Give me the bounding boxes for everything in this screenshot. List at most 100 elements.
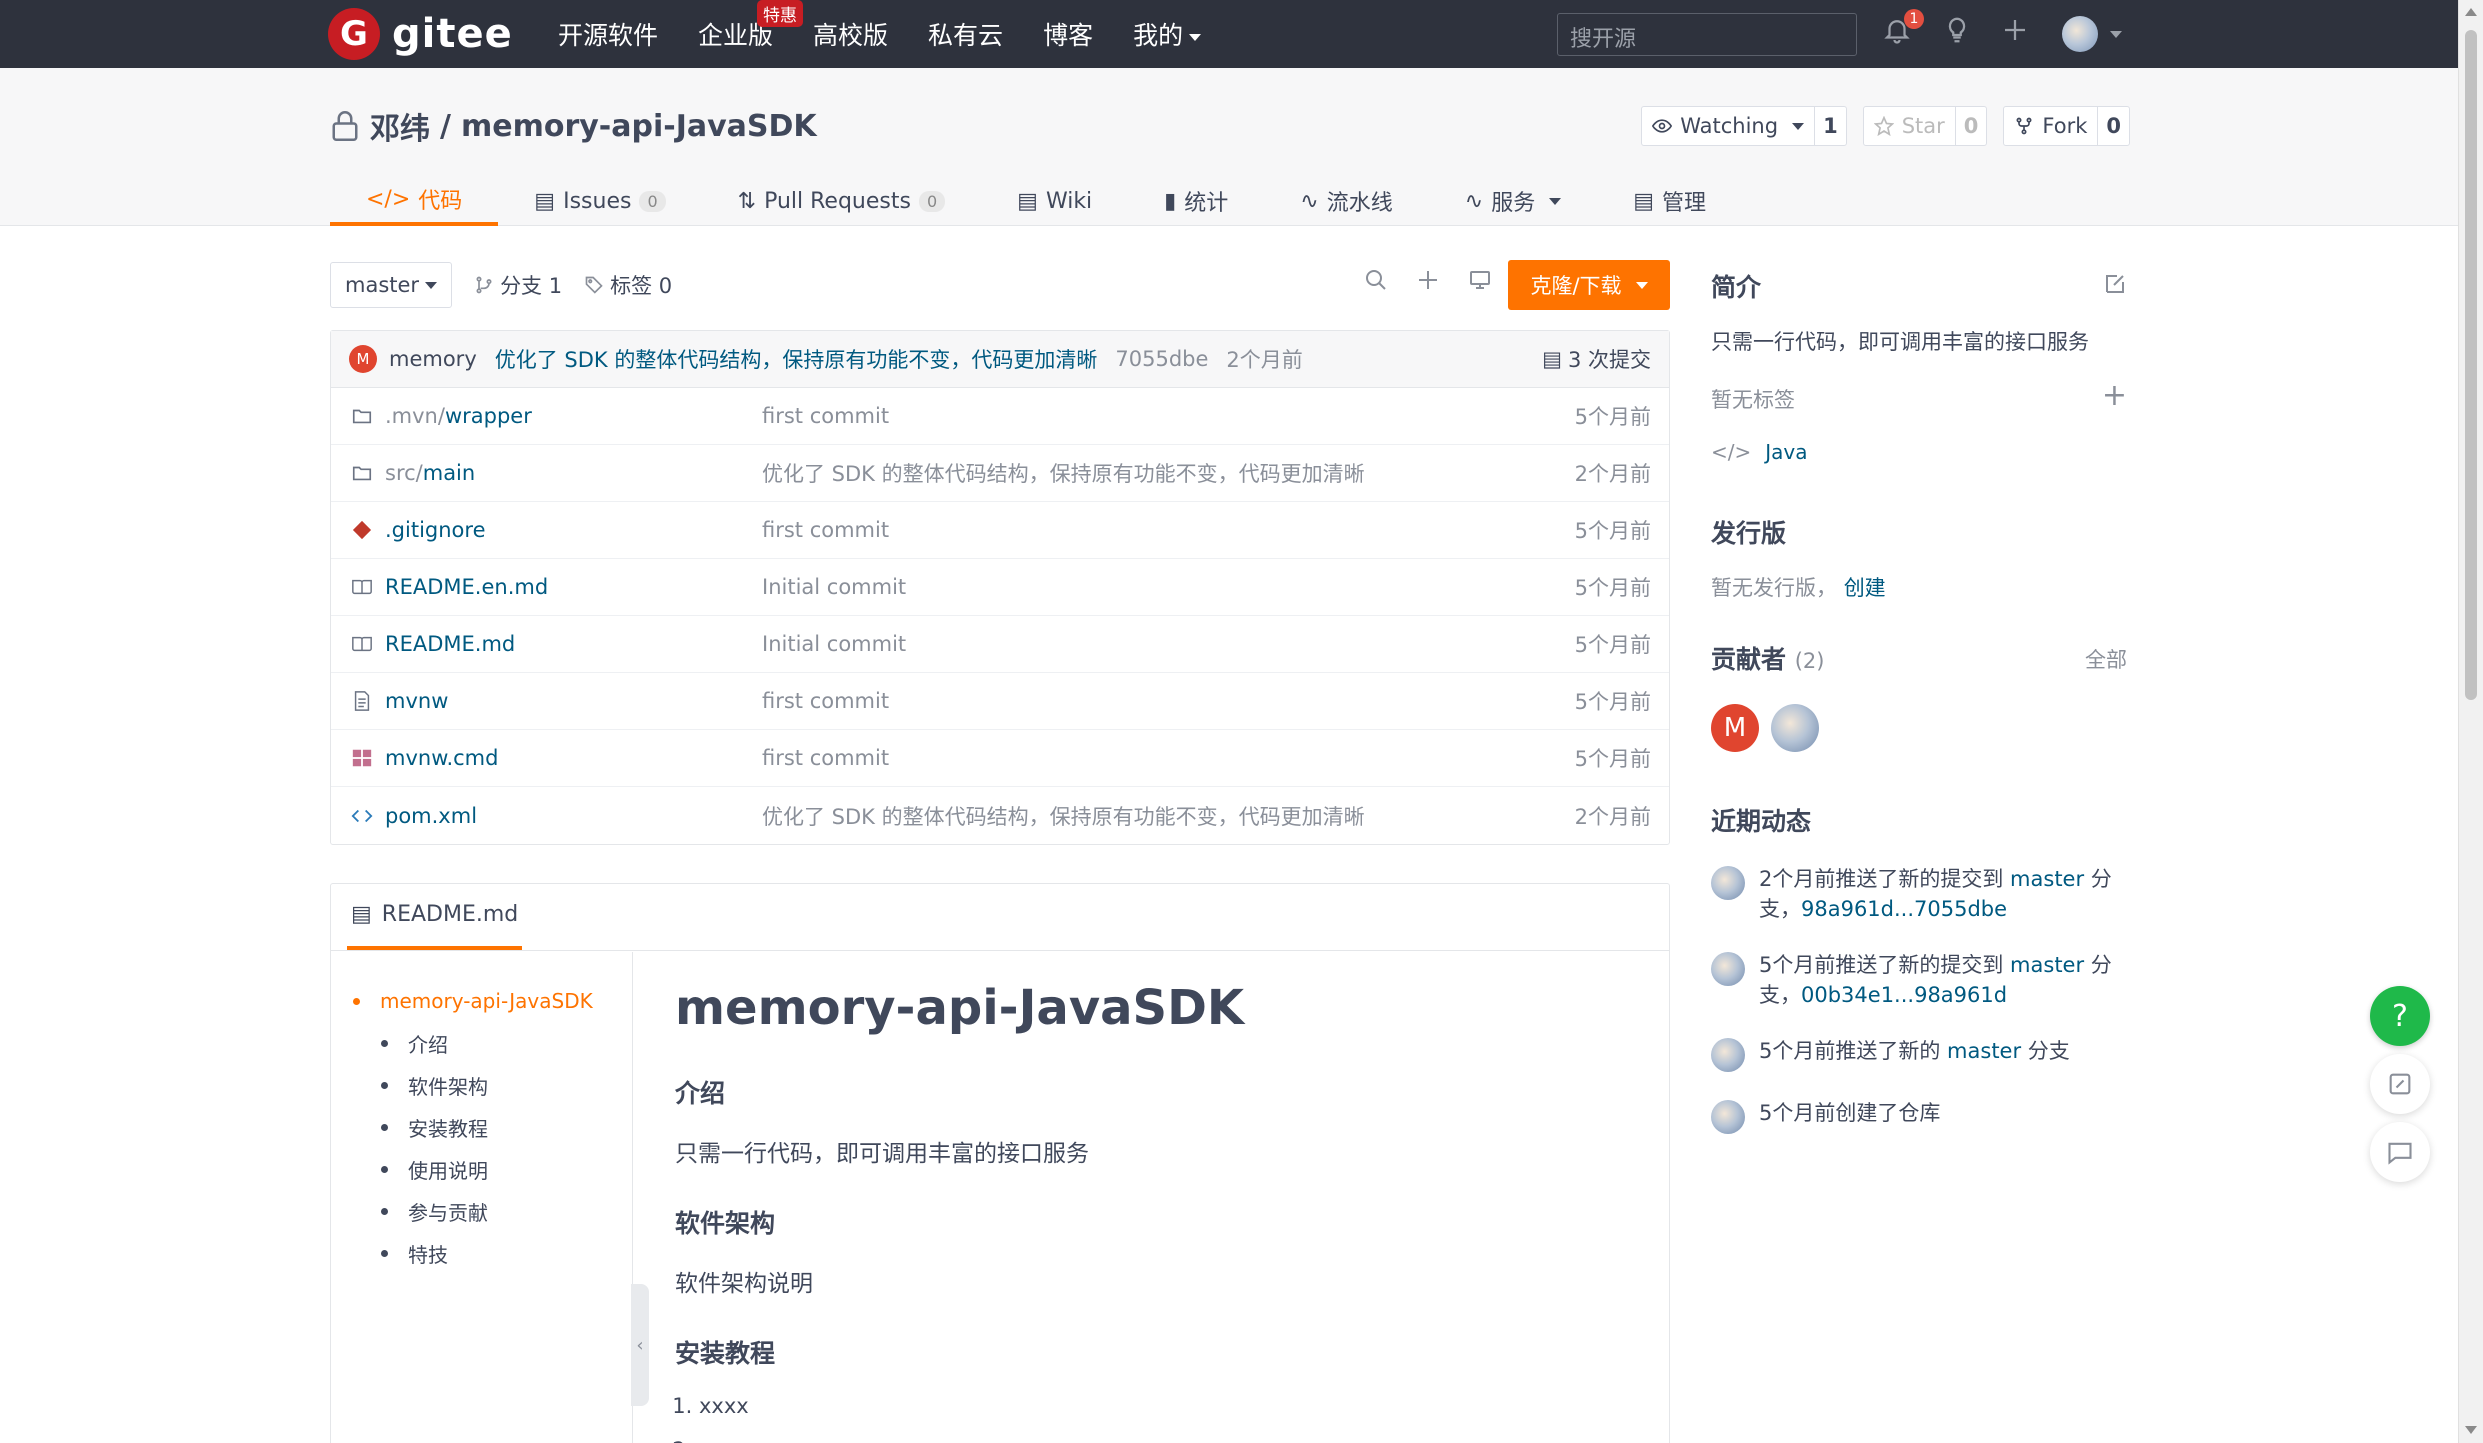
toc-collapse-handle[interactable]: ‹ [631, 1284, 649, 1406]
feedback-button[interactable] [2370, 1054, 2430, 1114]
issue-icon: ▤ [534, 188, 556, 214]
file-name[interactable]: .gitignore [385, 518, 762, 542]
nav-mine[interactable]: 我的 [1133, 16, 1202, 52]
repo-name-link[interactable]: memory-api-JavaSDK [461, 109, 817, 144]
scroll-up-icon[interactable] [2465, 8, 2477, 16]
clone-download-button[interactable]: 克隆/下载 [1508, 260, 1670, 310]
file-row[interactable]: README.en.md Initial commit 5个月前 [331, 559, 1669, 616]
nav-enterprise[interactable]: 企业版 特惠 [698, 0, 804, 52]
page-scrollbar[interactable] [2458, 0, 2483, 1443]
tab-wiki[interactable]: ▤ Wiki [981, 176, 1128, 226]
edit-icon[interactable] [2103, 272, 2127, 296]
file-row[interactable]: .gitignore first commit 5个月前 [331, 502, 1669, 559]
commit-hash[interactable]: 7055dbe [1115, 347, 1208, 371]
repo-owner-link[interactable]: 邓纬 [370, 104, 430, 148]
file-commit-message[interactable]: Initial commit [762, 632, 906, 656]
scroll-thumb[interactable] [2465, 30, 2477, 700]
chevron-down-icon [1549, 197, 1562, 205]
file-commit-message[interactable]: Initial commit [762, 575, 906, 599]
create-release-link[interactable]: 创建 [1844, 576, 1886, 600]
author-avatar[interactable]: M [349, 345, 377, 373]
avatar[interactable] [1771, 704, 1819, 752]
avatar[interactable] [1711, 866, 1745, 900]
nav-private-cloud[interactable]: 私有云 [928, 16, 1003, 52]
search-input[interactable]: 搜开源 [1557, 13, 1857, 56]
lightbulb-icon[interactable] [1942, 15, 1978, 51]
avatar[interactable] [1711, 952, 1745, 986]
fork-label: Fork [2042, 114, 2088, 138]
file-row[interactable]: mvnw.cmd first commit 5个月前 [331, 730, 1669, 787]
star-button[interactable]: Star [1864, 107, 1955, 145]
commit-message[interactable]: 优化了 SDK 的整体代码结构，保持原有功能不变，代码更加清晰 [495, 344, 1098, 374]
toc-item[interactable]: 特技 [353, 1232, 632, 1274]
branch-link[interactable]: master [1947, 1039, 2021, 1063]
toc-item[interactable]: 介绍 [353, 1022, 632, 1064]
file-name[interactable]: src/main [385, 461, 762, 485]
file-commit-message[interactable]: first commit [762, 689, 889, 713]
toc-item[interactable]: 安装教程 [353, 1106, 632, 1148]
file-commit-message[interactable]: 优化了 SDK 的整体代码结构，保持原有功能不变，代码更加清晰 [762, 801, 1365, 831]
file-name[interactable]: mvnw.cmd [385, 746, 762, 770]
file-commit-message[interactable]: first commit [762, 518, 889, 542]
chevron-down-icon[interactable] [2110, 31, 2122, 38]
commit-count-link[interactable]: ▤ 3 次提交 [1542, 344, 1651, 374]
avatar[interactable]: M [1711, 704, 1759, 752]
tab-services[interactable]: ∿ 服务 [1429, 176, 1597, 226]
tags-link[interactable]: 标签 0 [584, 270, 672, 300]
watch-button[interactable]: Watching [1642, 107, 1814, 145]
file-row[interactable]: .mvn/wrapper first commit 5个月前 [331, 388, 1669, 445]
search-icon[interactable] [1364, 268, 1388, 292]
avatar[interactable] [1711, 1100, 1745, 1134]
file-commit-message[interactable]: first commit [762, 746, 889, 770]
file-name[interactable]: pom.xml [385, 804, 762, 828]
toc-item[interactable]: memory-api-JavaSDK [353, 980, 632, 1022]
nav-education[interactable]: 高校版 [813, 16, 888, 52]
commit-author[interactable]: memory [389, 347, 477, 371]
file-row[interactable]: pom.xml 优化了 SDK 的整体代码结构，保持原有功能不变，代码更加清晰 … [331, 787, 1669, 844]
contributors-all-link[interactable]: 全部 [2085, 644, 2127, 674]
tab-manage[interactable]: ▤ 管理 [1597, 176, 1742, 226]
file-row[interactable]: README.md Initial commit 5个月前 [331, 616, 1669, 673]
readme-tab[interactable]: ▤ README.md [347, 884, 523, 950]
fork-button[interactable]: Fork [2004, 107, 2097, 145]
star-count[interactable]: 0 [1954, 107, 1987, 145]
scroll-down-icon[interactable] [2465, 1426, 2477, 1434]
commit-range-link[interactable]: 00b34e1...98a961d [1801, 983, 2007, 1007]
file-name[interactable]: .mvn/wrapper [385, 404, 762, 428]
file-commit-message[interactable]: 优化了 SDK 的整体代码结构，保持原有功能不变，代码更加清晰 [762, 458, 1365, 488]
web-ide-icon[interactable] [1468, 268, 1492, 292]
file-row[interactable]: src/main 优化了 SDK 的整体代码结构，保持原有功能不变，代码更加清晰… [331, 445, 1669, 502]
chat-button[interactable] [2370, 1122, 2430, 1182]
nav-open-source[interactable]: 开源软件 [558, 16, 658, 52]
toc-item[interactable]: 使用说明 [353, 1148, 632, 1190]
help-button[interactable]: ? [2370, 986, 2430, 1046]
tab-pipeline[interactable]: ∿ 流水线 [1264, 176, 1428, 226]
branch-selector[interactable]: master [330, 262, 453, 308]
plus-icon[interactable] [2000, 15, 2036, 51]
file-row[interactable]: mvnw first commit 5个月前 [331, 673, 1669, 730]
tab-code[interactable]: </> 代码 [330, 176, 499, 226]
add-file-icon[interactable] [1416, 268, 1440, 292]
gitee-logo[interactable]: G gitee [328, 8, 513, 60]
add-tag-icon[interactable]: + [2102, 378, 2127, 413]
branch-link[interactable]: master [2010, 953, 2084, 977]
toc-item[interactable]: 参与贡献 [353, 1190, 632, 1232]
file-name[interactable]: README.md [385, 632, 762, 656]
avatar[interactable] [1711, 1038, 1745, 1072]
file-commit-message[interactable]: first commit [762, 404, 889, 428]
bell-icon[interactable]: 1 [1882, 9, 1924, 51]
tab-stats[interactable]: ▮ 统计 [1128, 176, 1264, 226]
watch-count[interactable]: 1 [1814, 107, 1846, 145]
branches-link[interactable]: 分支 1 [474, 270, 562, 300]
toc-item[interactable]: 软件架构 [353, 1064, 632, 1106]
language-link[interactable]: </> Java [1711, 440, 2127, 464]
file-name[interactable]: mvnw [385, 689, 762, 713]
branch-link[interactable]: master [2010, 867, 2084, 891]
tab-pull-requests[interactable]: ⇅ Pull Requests 0 [702, 176, 982, 226]
fork-count[interactable]: 0 [2097, 107, 2129, 145]
file-name[interactable]: README.en.md [385, 575, 762, 599]
user-avatar[interactable] [2062, 16, 2098, 52]
nav-blog[interactable]: 博客 [1043, 16, 1093, 52]
commit-range-link[interactable]: 98a961d...7055dbe [1801, 897, 2007, 921]
tab-issues[interactable]: ▤ Issues 0 [498, 176, 701, 226]
